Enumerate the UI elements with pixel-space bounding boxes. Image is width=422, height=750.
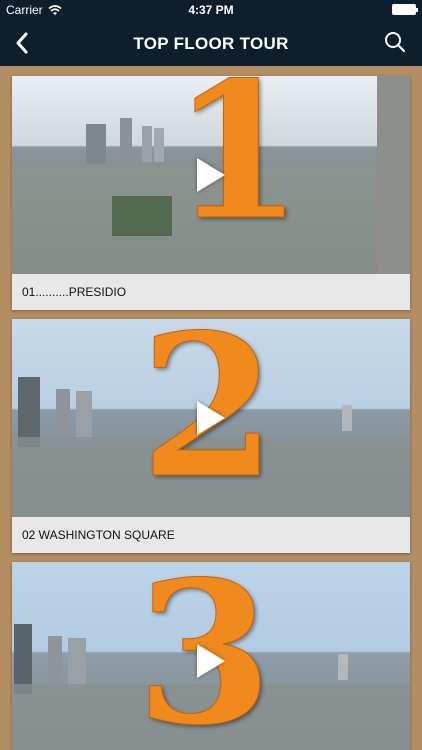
video-title: 02 WASHINGTON SQUARE xyxy=(12,517,410,553)
page-title: TOP FLOOR TOUR xyxy=(133,34,289,53)
search-icon xyxy=(385,32,406,53)
video-card-3[interactable]: 3 xyxy=(12,562,410,750)
video-title: 01..........PRESIDIO xyxy=(12,274,410,310)
video-number: 1 xyxy=(172,76,304,262)
play-icon[interactable] xyxy=(197,644,225,678)
video-thumbnail[interactable]: 3 xyxy=(12,562,410,750)
video-card-2[interactable]: 2 02 WASHINGTON SQUARE xyxy=(12,319,410,553)
status-time: 4:37 PM xyxy=(188,3,234,17)
search-button[interactable] xyxy=(384,31,406,53)
status-bar: Carrier 4:37 PM xyxy=(0,0,422,20)
video-thumbnail[interactable]: 1 xyxy=(12,76,410,274)
video-card-1[interactable]: 1 01..........PRESIDIO xyxy=(12,76,410,310)
nav-bar: TOP FLOOR TOUR xyxy=(0,20,422,66)
play-icon[interactable] xyxy=(197,158,225,192)
play-icon[interactable] xyxy=(197,401,225,435)
video-feed[interactable]: 1 01..........PRESIDIO 2 02 WASHINGTON S… xyxy=(0,66,422,750)
video-thumbnail[interactable]: 2 xyxy=(12,319,410,517)
battery-icon xyxy=(392,4,418,15)
